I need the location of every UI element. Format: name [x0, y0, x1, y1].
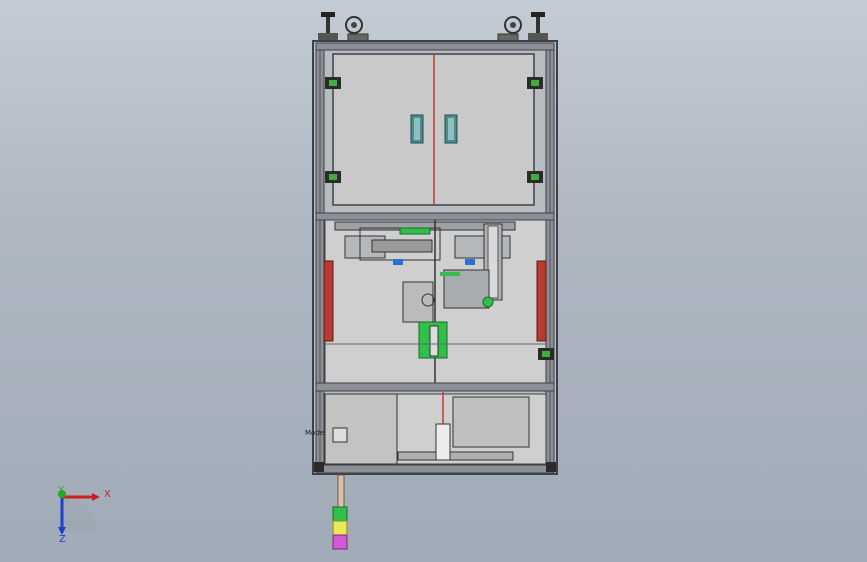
- side-bracket: [538, 348, 554, 360]
- caster-wheels: [345, 16, 522, 42]
- stack-light[interactable]: [332, 474, 348, 550]
- upper-cabinet-doors[interactable]: [332, 53, 535, 206]
- mechanism-bay[interactable]: [323, 219, 547, 384]
- lower-bay[interactable]: [324, 392, 547, 465]
- machine-model[interactable]: Mode: [0, 0, 867, 562]
- panel-tag: Mode: [305, 429, 324, 437]
- cad-viewport[interactable]: Mode X Y Z: [0, 0, 867, 562]
